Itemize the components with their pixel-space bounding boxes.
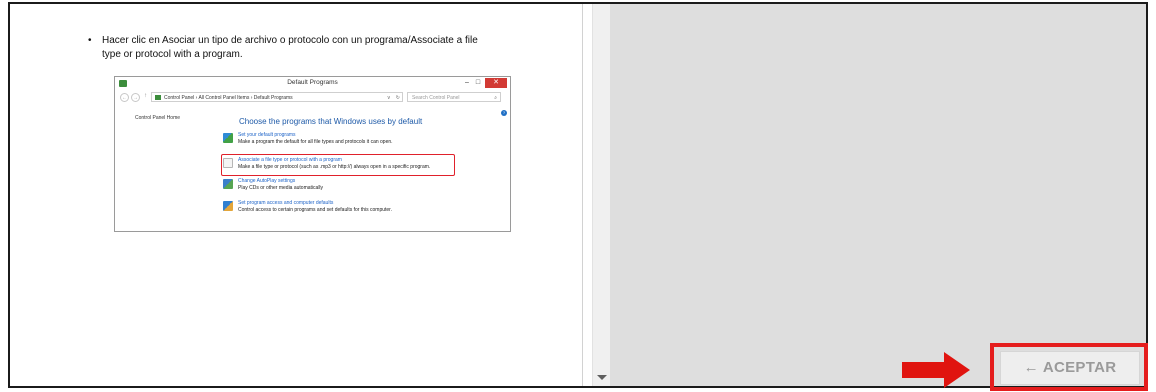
highlight-box-associate bbox=[221, 154, 455, 176]
autoplay-icon bbox=[223, 179, 233, 189]
forward-icon: → bbox=[131, 93, 140, 102]
page-heading: Choose the programs that Windows uses by… bbox=[239, 117, 423, 126]
option-program-access: Set program access and computer defaults… bbox=[223, 200, 463, 220]
viewer-frame: • Hacer clic en Asociar un tipo de archi… bbox=[8, 2, 1148, 388]
refresh-icon: ↻ bbox=[395, 95, 400, 101]
program-access-icon bbox=[223, 201, 233, 211]
accept-button[interactable]: ← ACEPTAR bbox=[1000, 351, 1140, 385]
vertical-scrollbar[interactable] bbox=[592, 4, 611, 386]
embedded-screenshot-default-programs: Default Programs – □ ✕ ← → ↑ Control Pan… bbox=[114, 76, 511, 232]
pointer-arrow-shape bbox=[902, 352, 970, 388]
option-link: Change AutoPlay settings bbox=[238, 178, 296, 184]
search-icon: ⌕ bbox=[494, 95, 497, 101]
option-set-default-programs: Set your default programs Make a program… bbox=[223, 132, 463, 152]
default-programs-icon bbox=[223, 133, 233, 143]
control-panel-small-icon bbox=[155, 95, 161, 101]
bullet: • bbox=[88, 35, 92, 46]
side-panel bbox=[610, 4, 1146, 386]
window-titlebar: Default Programs – □ ✕ bbox=[115, 77, 510, 91]
minimize-icon: – bbox=[465, 79, 469, 86]
maximize-icon: □ bbox=[475, 79, 481, 86]
help-icon: ? bbox=[501, 110, 507, 116]
instruction-text: • Hacer clic en Asociar un tipo de archi… bbox=[88, 34, 522, 62]
instruction-line-2: type or protocol with a program. bbox=[102, 49, 243, 60]
chevron-down-icon: v bbox=[387, 95, 391, 101]
search-input: Search Control Panel ⌕ bbox=[407, 92, 501, 102]
option-link: Set program access and computer defaults bbox=[238, 200, 334, 206]
option-autoplay: Change AutoPlay settings Play CDs or oth… bbox=[223, 178, 463, 198]
up-icon: ↑ bbox=[144, 93, 147, 99]
sidebar-control-panel-home: Control Panel Home bbox=[135, 115, 181, 121]
option-description: Make a program the default for all file … bbox=[238, 139, 393, 145]
option-description: Control access to certain programs and s… bbox=[238, 207, 392, 213]
search-placeholder: Search Control Panel bbox=[412, 95, 460, 101]
address-path: Control Panel › All Control Panel Items … bbox=[164, 95, 293, 101]
back-icon: ← bbox=[120, 93, 129, 102]
window-title: Default Programs bbox=[287, 79, 338, 86]
document-page: • Hacer clic en Asociar un tipo de archi… bbox=[10, 4, 583, 386]
close-icon: ✕ bbox=[485, 78, 507, 88]
address-bar: Control Panel › All Control Panel Items … bbox=[151, 92, 403, 102]
pointer-arrow-icon bbox=[902, 352, 970, 388]
address-row: ← → ↑ Control Panel › All Control Panel … bbox=[115, 92, 510, 104]
instruction-line-1: Hacer clic en Asociar un tipo de archivo… bbox=[102, 35, 478, 46]
option-description: Play CDs or other media automatically bbox=[238, 185, 324, 191]
option-link: Set your default programs bbox=[238, 132, 296, 138]
scroll-down-arrow-icon[interactable] bbox=[597, 375, 607, 380]
